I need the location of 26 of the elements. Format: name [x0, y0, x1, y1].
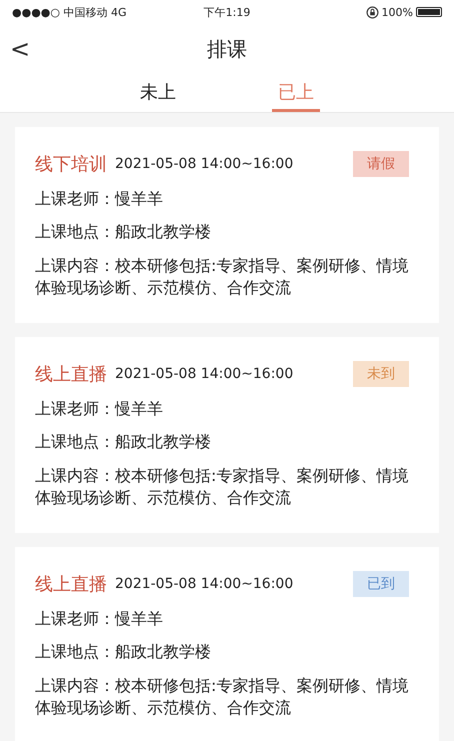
carrier-signal: ●●●●○ 中国移动 4G	[12, 4, 128, 20]
page-title: 排课	[206, 36, 248, 62]
battery-icon	[416, 7, 442, 17]
location-text: 上课地点：船政北教学楼	[35, 642, 212, 663]
teacher-text: 上课老师：慢羊羊	[35, 609, 164, 630]
clock-time: 下午1:19	[204, 4, 250, 20]
course-type: 线上直播	[35, 573, 107, 596]
location-text: 上课地点：船政北教学楼	[35, 432, 212, 453]
teacher-text: 上课老师：慢羊羊	[35, 189, 164, 210]
back-button[interactable]: <	[0, 35, 40, 63]
course-time: 2021-05-08 14:00~16:00	[115, 366, 294, 382]
content-text: 上课内容：校本研修包括:专家指导、案例研修、情境体验现场诊断、示范模仿、合作交流	[35, 675, 410, 720]
tab[interactable]: 未上	[134, 74, 182, 112]
course-time: 2021-05-08 14:00~16:00	[115, 156, 294, 172]
content-text: 上课内容：校本研修包括:专家指导、案例研修、情境体验现场诊断、示范模仿、合作交流	[35, 465, 410, 510]
rotation-lock-icon	[366, 6, 379, 18]
location-text: 上课地点：船政北教学楼	[35, 222, 212, 243]
teacher-text: 上课老师：慢羊羊	[35, 399, 164, 420]
course-time: 2021-05-08 14:00~16:00	[115, 576, 294, 592]
status-badge: 已到	[353, 571, 409, 597]
status-badge: 未到	[353, 361, 409, 387]
status-badge: 请假	[353, 151, 409, 177]
course-type: 线下培训	[35, 153, 107, 176]
battery-percent: 100%	[382, 6, 413, 18]
course-type: 线上直播	[35, 363, 107, 386]
content-text: 上课内容：校本研修包括:专家指导、案例研修、情境体验现场诊断、示范模仿、合作交流	[35, 255, 410, 300]
